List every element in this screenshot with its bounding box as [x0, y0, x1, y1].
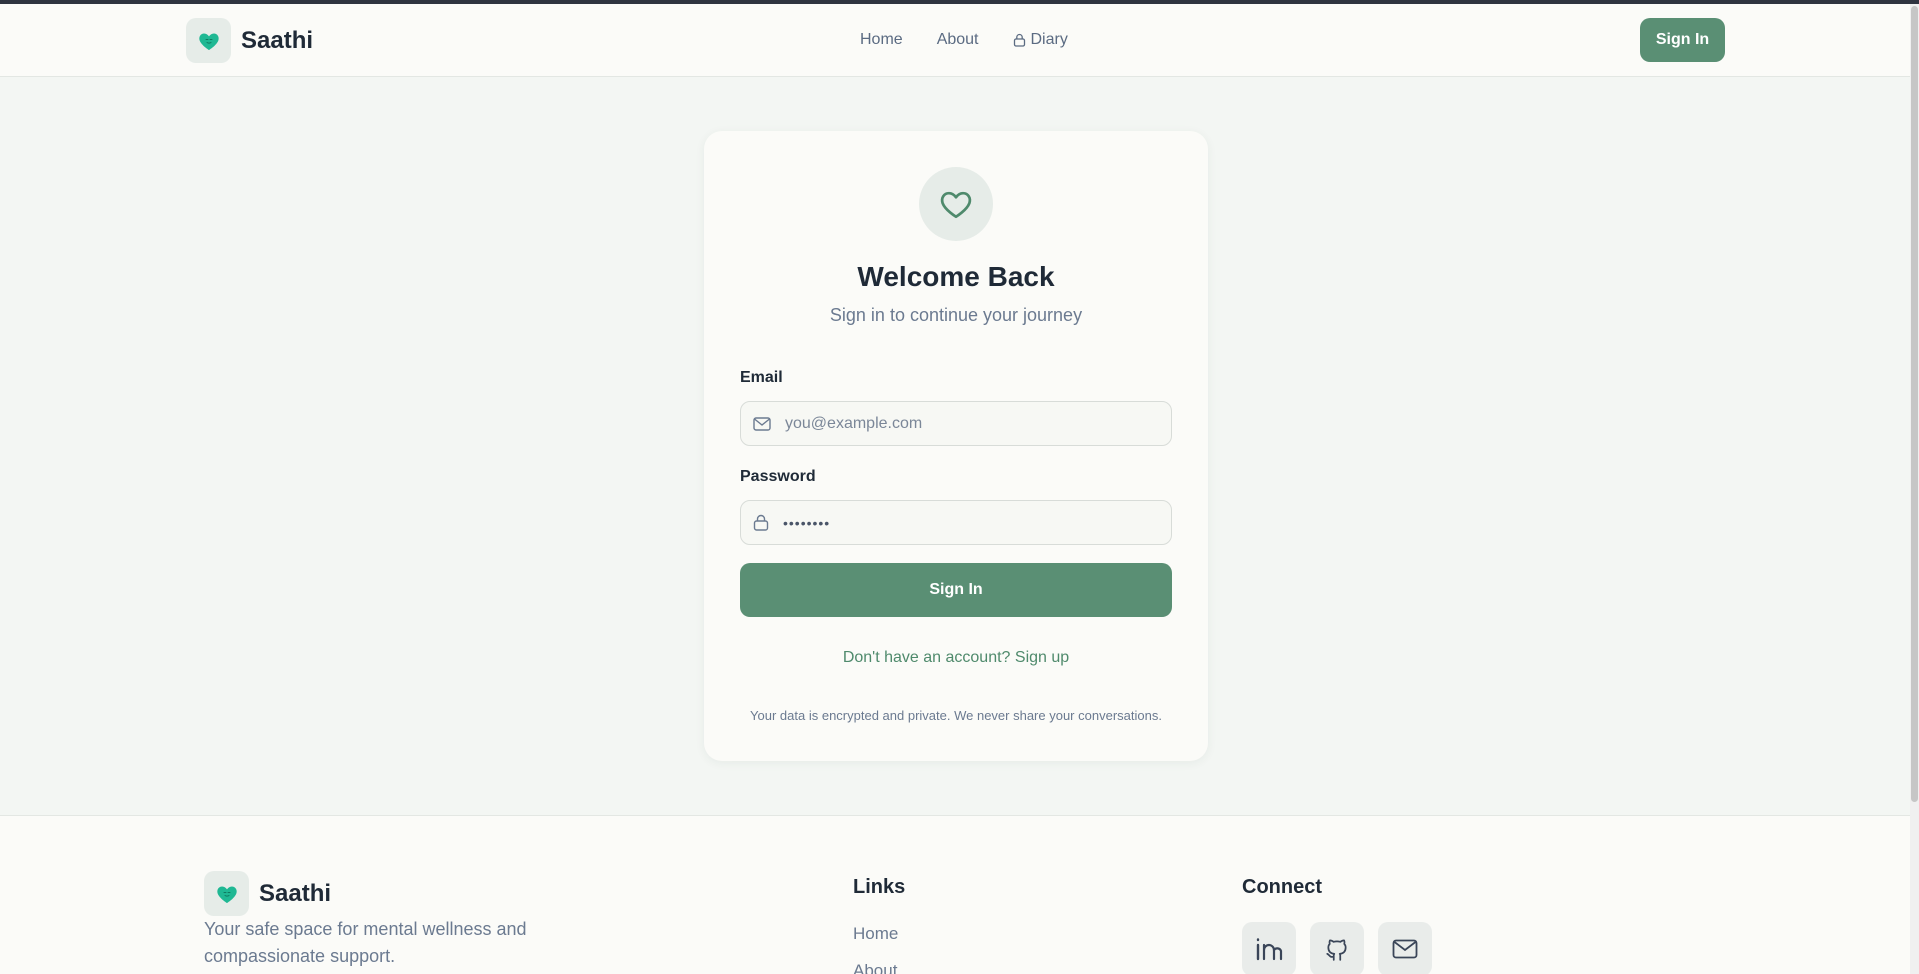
- scrollbar-thumb[interactable]: [1911, 6, 1918, 802]
- page-title: Welcome Back: [857, 261, 1055, 292]
- email-label: Email: [740, 369, 783, 386]
- password-input[interactable]: ••••••••: [783, 515, 830, 531]
- password-field[interactable]: ••••••••: [740, 500, 1172, 545]
- login-card: Welcome Back Sign in to continue your jo…: [704, 131, 1208, 761]
- nav-diary-label: Diary: [1030, 31, 1068, 48]
- linkedin-button[interactable]: [1242, 922, 1296, 974]
- lock-icon: [753, 514, 769, 531]
- mail-icon: [753, 416, 771, 431]
- privacy-note: Your data is encrypted and private. We n…: [750, 708, 1162, 723]
- mail-icon: [1392, 939, 1418, 959]
- heart-icon: [186, 18, 231, 63]
- sign-in-button[interactable]: Sign In: [740, 563, 1172, 617]
- footer-tagline: Your safe space for mental wellness and …: [204, 919, 527, 966]
- heart-icon: [204, 871, 249, 916]
- email-field[interactable]: [740, 401, 1172, 446]
- nav-about[interactable]: About: [937, 31, 979, 49]
- sign-up-link[interactable]: Don't have an account? Sign up: [704, 649, 1208, 667]
- linkedin-icon: [1256, 938, 1283, 961]
- site-header: Saathi Home About Diary Sign In: [0, 4, 1910, 77]
- header-sign-in-button[interactable]: Sign In: [1640, 18, 1725, 62]
- email-input[interactable]: [785, 414, 1145, 433]
- github-icon: [1326, 939, 1347, 961]
- main-nav: Home About Diary: [860, 31, 1068, 49]
- nav-home[interactable]: Home: [860, 31, 903, 49]
- footer-connect-heading: Connect: [1242, 876, 1322, 898]
- brand-logo[interactable]: Saathi: [186, 18, 313, 63]
- github-button[interactable]: [1310, 922, 1364, 974]
- footer-brand-name: Saathi: [259, 879, 332, 907]
- brand-name: Saathi: [241, 26, 314, 54]
- footer-link-home[interactable]: Home: [853, 924, 898, 944]
- site-footer: Saathi Your safe space for mental wellne…: [0, 815, 1910, 974]
- page-subtitle: Sign in to continue your journey: [829, 305, 1083, 325]
- email-contact-button[interactable]: [1378, 922, 1432, 974]
- password-label: Password: [740, 468, 816, 485]
- lock-icon: [1013, 33, 1025, 47]
- heart-outline-icon: [919, 167, 993, 241]
- footer-brand[interactable]: Saathi: [204, 871, 331, 916]
- nav-diary[interactable]: Diary: [1013, 31, 1068, 49]
- footer-link-about[interactable]: About: [853, 961, 897, 974]
- footer-links-heading: Links: [853, 876, 906, 898]
